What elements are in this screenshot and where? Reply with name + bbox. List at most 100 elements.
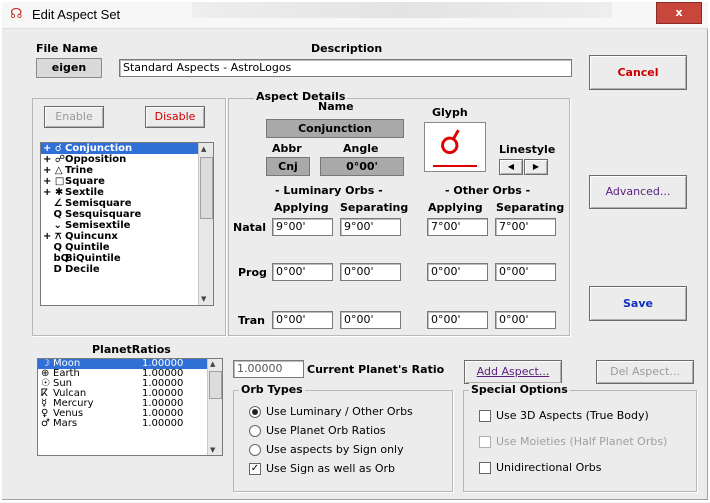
sign-as-well-checkbox[interactable]: ✓ bbox=[249, 463, 261, 475]
aspect-list-item[interactable]: bQBiQuintile bbox=[41, 253, 213, 264]
conjunction-glyph-icon: ☌ bbox=[439, 123, 462, 163]
special-option-checkbox[interactable] bbox=[479, 410, 491, 422]
aspect-symbol-icon: Q bbox=[43, 209, 62, 220]
current-ratio-input[interactable]: 1.00000 bbox=[233, 360, 304, 378]
angle-field[interactable]: 0°00' bbox=[320, 157, 404, 176]
special-option-checkbox[interactable] bbox=[479, 462, 491, 474]
aspect-name: Semisextile bbox=[65, 220, 131, 231]
planet-ratios-list[interactable]: ☽ Moon 1.00000 ⊕ Earth 1.00000 ☉ Sun 1.00000 ⴽ Vul… bbox=[37, 358, 223, 456]
aspect-name: Opposition bbox=[65, 154, 127, 165]
planet-ratio-value: 1.00000 bbox=[142, 418, 184, 429]
scroll-up-icon[interactable]: ▲ bbox=[201, 145, 206, 153]
aspect-list[interactable]: + ☌ Conjunction + ☍Opposition + △ Trine + □Sq… bbox=[40, 142, 214, 306]
description-input[interactable]: Standard Aspects - AstroLogos bbox=[119, 59, 572, 77]
linestyle-right-button[interactable]: ▶ bbox=[524, 159, 548, 175]
natal-lum-separating-input[interactable]: 9°00' bbox=[340, 218, 401, 236]
scroll-down-icon[interactable]: ▼ bbox=[201, 295, 206, 303]
special-option-label[interactable]: Use Moieties (Half Planet Orbs) bbox=[496, 435, 667, 448]
title-bar: ☊ Edit Aspect Set x bbox=[2, 2, 708, 29]
prog-label: Prog bbox=[238, 266, 267, 279]
enable-button[interactable]: Enable bbox=[44, 106, 104, 128]
save-button[interactable]: Save bbox=[589, 286, 687, 321]
aspect-symbol-icon: + △ bbox=[43, 165, 63, 176]
special-option-label[interactable]: Use 3D Aspects (True Body) bbox=[496, 409, 649, 422]
aspect-name-field[interactable]: Conjunction bbox=[266, 119, 404, 138]
disable-button[interactable]: Disable bbox=[145, 106, 205, 128]
special-option-label[interactable]: Unidirectional Orbs bbox=[496, 461, 601, 474]
aspect-name: Conjunction bbox=[65, 143, 133, 154]
tran-lum-applying-input[interactable]: 0°00' bbox=[272, 311, 333, 329]
aspect-list-item[interactable]: + ☌ Conjunction bbox=[41, 143, 213, 154]
aspect-list-item[interactable]: + ✱ Sextile bbox=[41, 187, 213, 198]
aspect-list-items: + ☌ Conjunction + ☍Opposition + △ Trine + □Sq… bbox=[41, 143, 213, 275]
aspect-symbol-icon: ⌄ bbox=[43, 220, 62, 231]
aspect-list-item[interactable]: ⌄ Semisextile bbox=[41, 220, 213, 231]
aspect-list-item[interactable]: ∠ Semisquare bbox=[41, 198, 213, 209]
description-label: Description bbox=[311, 42, 383, 55]
planet-ratios-items: ☽ Moon 1.00000 ⊕ Earth 1.00000 ☉ Sun 1.00000 ⴽ Vul… bbox=[38, 359, 222, 429]
edit-aspect-set-dialog: ☊ Edit Aspect Set x File Name eigen Desc… bbox=[0, 0, 710, 502]
cancel-button[interactable]: Cancel bbox=[589, 55, 687, 90]
natal-other-applying-input[interactable]: 7°00' bbox=[427, 218, 488, 236]
lum-applying-label: Applying bbox=[274, 201, 329, 214]
aspect-symbol-icon: bQ bbox=[43, 253, 70, 264]
other-orbs-label: - Other Orbs - bbox=[445, 184, 531, 197]
aspect-list-item[interactable]: + ☍Opposition bbox=[41, 154, 213, 165]
aspect-list-item[interactable]: D Decile bbox=[41, 264, 213, 275]
aspect-list-item[interactable]: + ⚻ Quincunx bbox=[41, 231, 213, 242]
aspect-name: Semisquare bbox=[65, 198, 132, 209]
other-applying-label: Applying bbox=[428, 201, 483, 214]
natal-lum-applying-input[interactable]: 9°00' bbox=[272, 218, 333, 236]
abbr-label: Abbr bbox=[272, 142, 302, 155]
orb-type-radio[interactable] bbox=[249, 425, 261, 437]
aspect-name: Sesquisquare bbox=[65, 209, 142, 220]
luminary-orbs-label: - Luminary Orbs - bbox=[275, 184, 383, 197]
abbr-field[interactable]: Cnj bbox=[266, 157, 310, 176]
planet-scroll-thumb[interactable] bbox=[209, 371, 222, 399]
other-separating-label: Separating bbox=[496, 201, 565, 214]
linestyle-left-button[interactable]: ◀ bbox=[499, 159, 523, 175]
planet-scroll-down-icon[interactable]: ▼ bbox=[210, 446, 215, 454]
prog-other-applying-input[interactable]: 0°00' bbox=[427, 263, 488, 281]
prog-other-separating-input[interactable]: 0°00' bbox=[495, 263, 556, 281]
prog-lum-applying-input[interactable]: 0°00' bbox=[272, 263, 333, 281]
natal-other-separating-input[interactable]: 7°00' bbox=[495, 218, 556, 236]
add-aspect-button[interactable]: Add Aspect... bbox=[464, 360, 562, 384]
prog-lum-separating-input[interactable]: 0°00' bbox=[340, 263, 401, 281]
file-name-label: File Name bbox=[36, 42, 98, 55]
planet-symbol-icon: ♂ bbox=[41, 418, 50, 429]
planet-scroll-up-icon[interactable]: ▲ bbox=[210, 360, 215, 368]
natal-label: Natal bbox=[233, 221, 267, 234]
advanced-button[interactable]: Advanced... bbox=[589, 175, 687, 209]
del-aspect-button[interactable]: Del Aspect... bbox=[596, 360, 694, 384]
aspect-name: Quintile bbox=[65, 242, 110, 253]
planet-list-scrollbar[interactable]: ▲ ▼ bbox=[207, 359, 222, 455]
orb-type-radio[interactable] bbox=[249, 444, 261, 456]
aspect-symbol-icon: + ⚻ bbox=[43, 231, 62, 242]
tran-lum-separating-input[interactable]: 0°00' bbox=[340, 311, 401, 329]
glyph-box[interactable]: ☌ bbox=[424, 122, 486, 172]
orb-type-label[interactable]: Use Luminary / Other Orbs bbox=[266, 405, 413, 418]
aspect-list-item[interactable]: + □Square bbox=[41, 176, 213, 187]
tran-label: Tran bbox=[238, 314, 265, 327]
app-icon: ☊ bbox=[10, 6, 23, 22]
scroll-thumb[interactable] bbox=[200, 157, 213, 219]
sign-as-well-label[interactable]: Use Sign as well as Orb bbox=[266, 462, 395, 475]
aspect-list-item[interactable]: + △ Trine bbox=[41, 165, 213, 176]
tran-other-separating-input[interactable]: 0°00' bbox=[495, 311, 556, 329]
orb-type-label[interactable]: Use Planet Orb Ratios bbox=[266, 424, 386, 437]
linestyle-label: Linestyle bbox=[499, 143, 556, 156]
aspect-list-item[interactable]: Q Quintile bbox=[41, 242, 213, 253]
aspect-name: Square bbox=[65, 176, 105, 187]
tran-other-applying-input[interactable]: 0°00' bbox=[427, 311, 488, 329]
aspect-list-item[interactable]: Q Sesquisquare bbox=[41, 209, 213, 220]
orb-type-radio[interactable] bbox=[249, 406, 261, 418]
orb-type-label[interactable]: Use aspects by Sign only bbox=[266, 443, 404, 456]
planet-ratio-row[interactable]: ♂ Mars 1.00000 bbox=[38, 419, 222, 429]
close-button[interactable]: x bbox=[656, 2, 702, 24]
special-options-title: Special Options bbox=[469, 383, 570, 396]
glyph-label: Glyph bbox=[432, 106, 468, 119]
aspect-list-scrollbar[interactable]: ▲ ▼ bbox=[198, 143, 213, 305]
special-option-checkbox[interactable] bbox=[479, 436, 491, 448]
aspect-symbol-icon: D bbox=[43, 264, 62, 275]
